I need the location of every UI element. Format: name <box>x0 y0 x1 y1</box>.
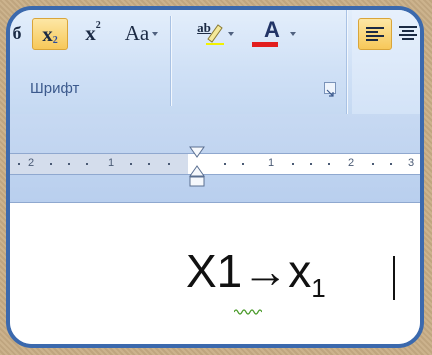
highlight-button[interactable]: ab <box>182 18 234 48</box>
align-left-icon <box>366 27 384 41</box>
indent-marker-icon[interactable] <box>188 146 206 188</box>
chevron-down-icon <box>290 32 296 36</box>
ruler-number: 1 <box>268 157 275 169</box>
marker-icon <box>206 24 224 45</box>
partial-button[interactable]: б <box>10 18 24 48</box>
dialog-launcher-icon[interactable] <box>324 82 336 97</box>
ruler-dot <box>328 163 330 165</box>
change-case-button[interactable]: Aa <box>114 18 160 48</box>
font-color-icon: A <box>264 17 280 42</box>
ruler-number: 1 <box>108 157 115 169</box>
group-separator <box>346 10 347 114</box>
ruler-number: 3 <box>408 157 415 169</box>
align-left-button[interactable] <box>358 18 392 50</box>
ruler-dot <box>310 163 312 165</box>
subscript-button[interactable]: x2 <box>32 18 68 50</box>
superscript-button[interactable]: x2 <box>76 18 110 48</box>
ruler-dot <box>292 163 294 165</box>
align-center-icon <box>399 26 417 40</box>
ruler-dot <box>372 163 374 165</box>
spellcheck-squiggle <box>234 309 262 315</box>
ruler-number: 2 <box>28 157 35 169</box>
ruler-dot <box>86 163 88 165</box>
separator <box>170 16 171 106</box>
ruler-dot <box>148 163 150 165</box>
ruler-dot <box>18 163 20 165</box>
ruler-dot <box>130 163 132 165</box>
document-text: X1→x1 <box>186 248 326 301</box>
partial-button-glyph: б <box>12 22 22 43</box>
paragraph-group <box>352 10 420 114</box>
chevron-down-icon <box>228 32 234 36</box>
ruler-dot <box>242 163 244 165</box>
launcher-arrow <box>326 89 334 97</box>
ruler-dot <box>50 163 52 165</box>
formula-subscript: 1 <box>311 273 326 303</box>
ruler-dot <box>68 163 70 165</box>
superscript-icon-index: 2 <box>95 19 101 31</box>
font-color-button[interactable]: A <box>246 17 298 48</box>
formula-main: X1→x <box>186 245 312 297</box>
change-case-icon: Aa <box>124 20 150 45</box>
ribbon: б x2 x2 Aa ab A Шрифт <box>10 10 420 115</box>
ruler-number: 2 <box>348 157 355 169</box>
chevron-down-icon <box>152 32 158 36</box>
ruler-dot <box>390 163 392 165</box>
superscript-icon: x <box>85 20 96 45</box>
align-center-button[interactable] <box>396 18 420 48</box>
horizontal-ruler[interactable]: 2 1 1 2 3 <box>10 153 420 175</box>
font-color-swatch <box>252 42 278 47</box>
subscript-icon-index: 2 <box>52 34 58 46</box>
text-cursor <box>393 256 395 300</box>
subscript-icon: x <box>42 21 53 46</box>
font-group-label: Шрифт <box>30 80 80 97</box>
ruler-dot <box>168 163 170 165</box>
ruler-dot <box>224 163 226 165</box>
ruler-margin <box>10 154 188 174</box>
